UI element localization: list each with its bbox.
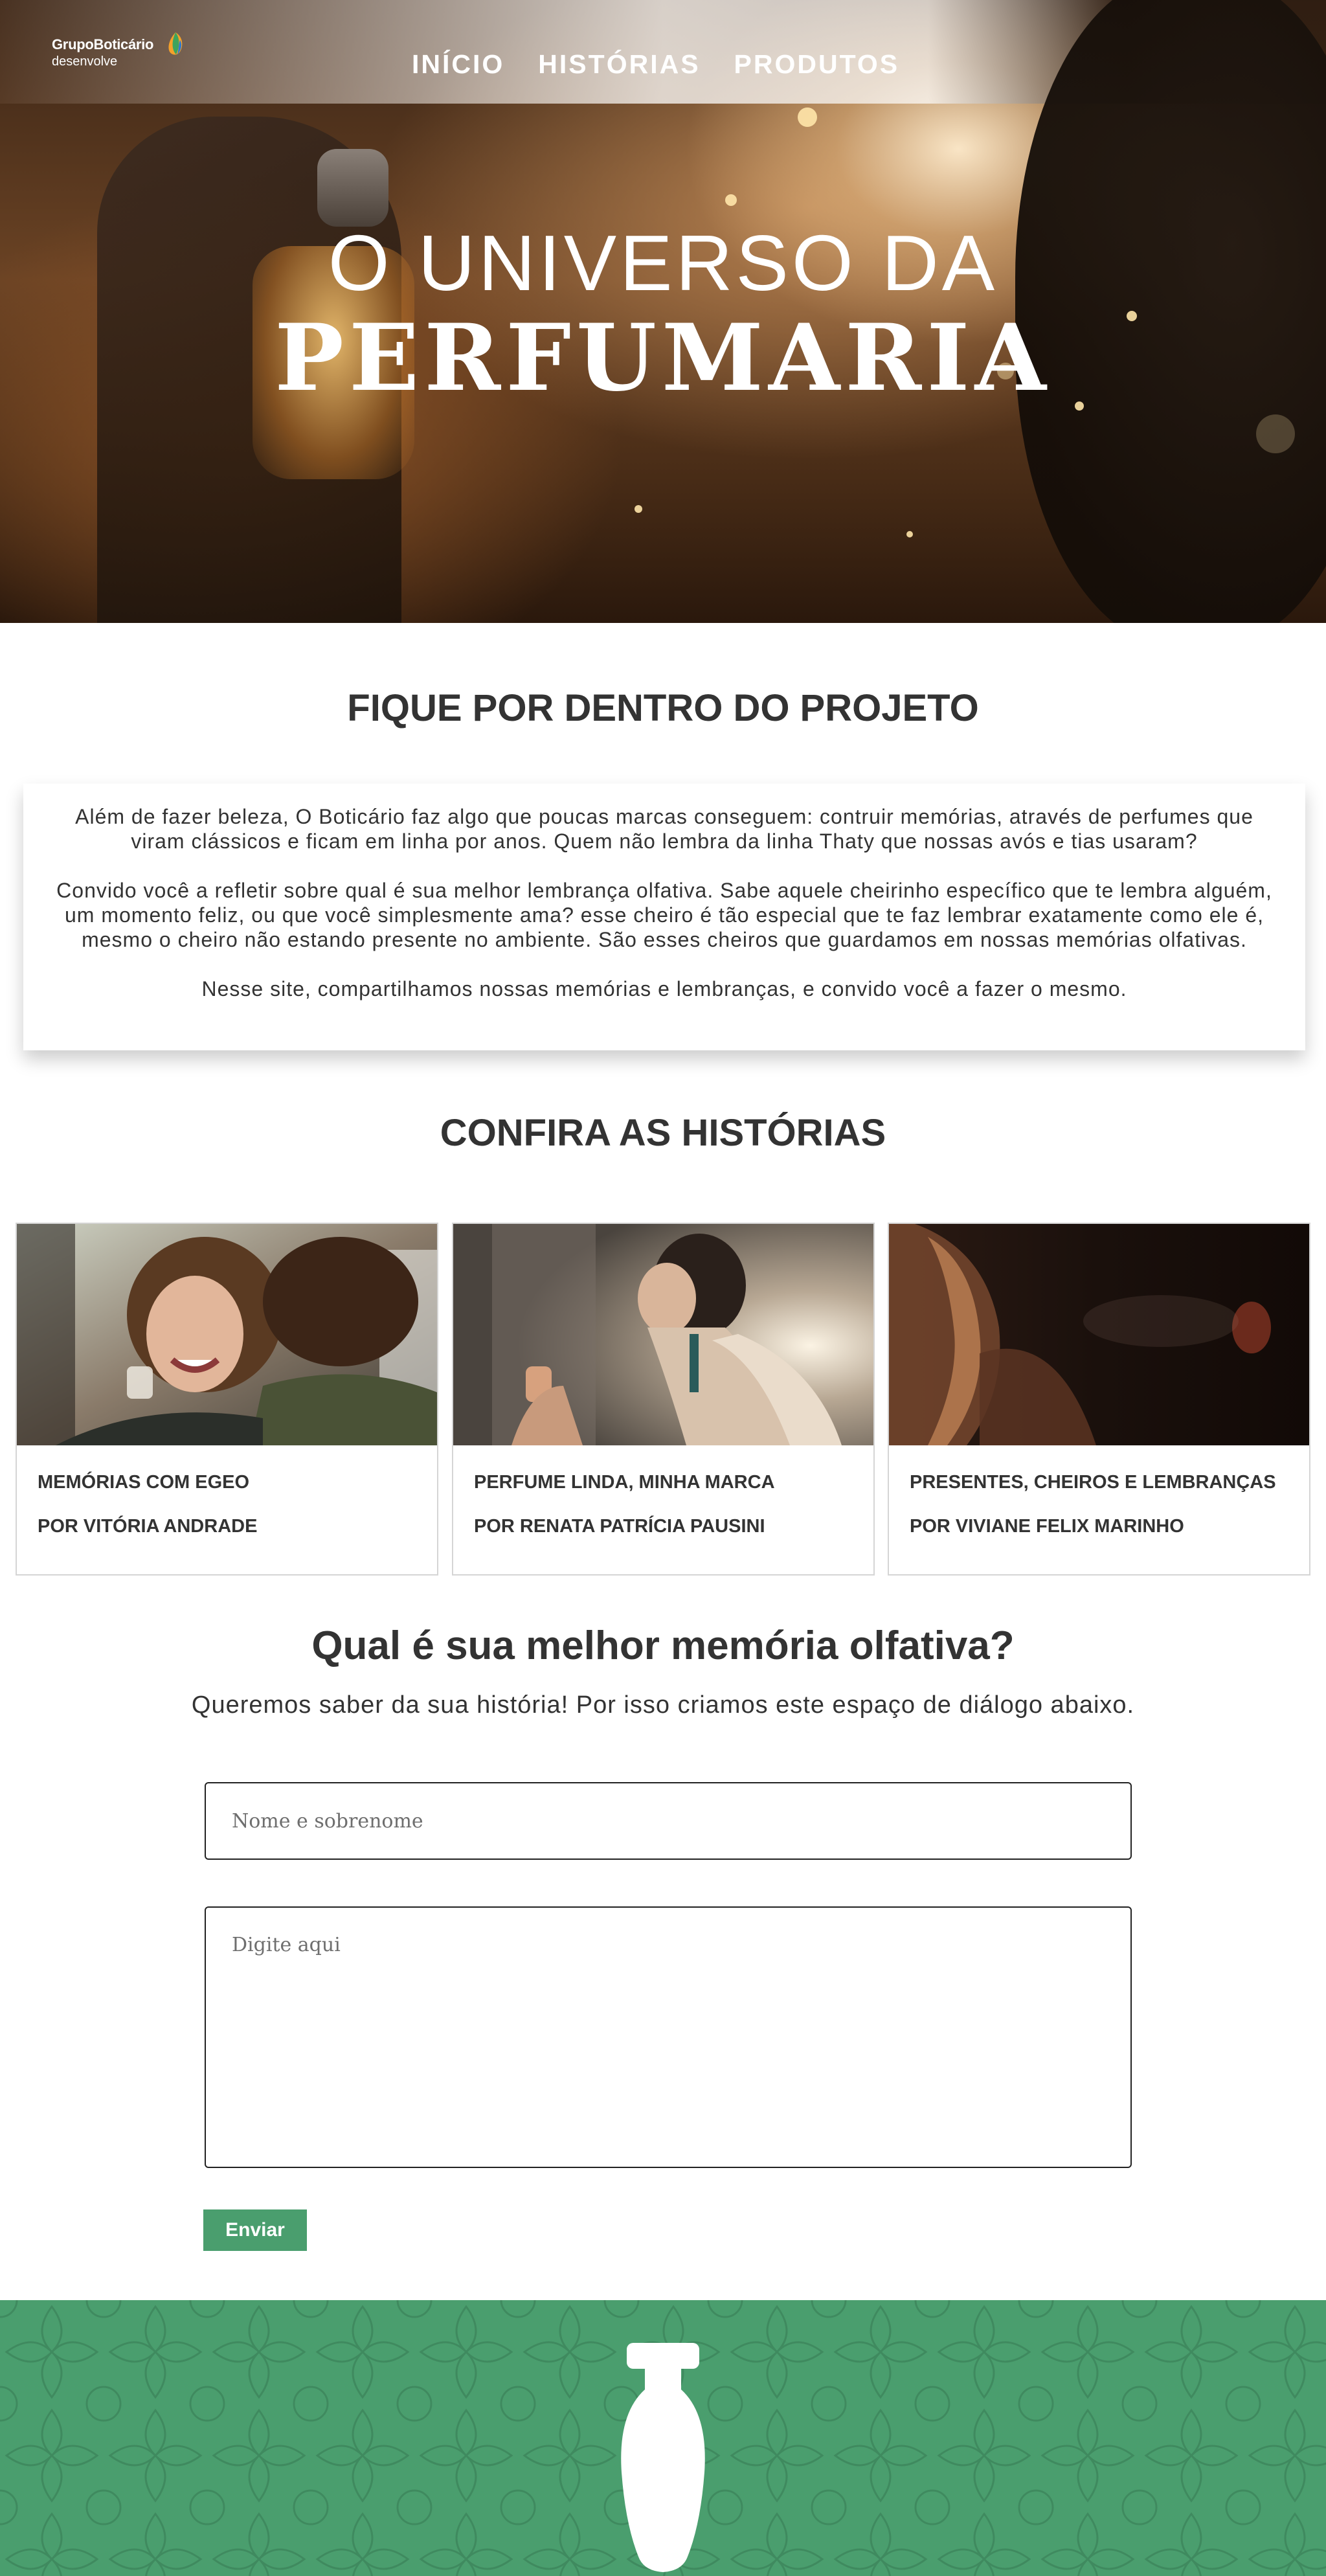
logo-text: GrupoBoticário	[52, 36, 154, 52]
hero-banner: GrupoBoticário desenvolve INÍCIO HISTÓRI…	[0, 0, 1326, 623]
nav-item-produtos[interactable]: PRODUTOS	[734, 49, 900, 80]
story-card-1-title: MEMÓRIAS COM EGEO	[38, 1472, 250, 1493]
about-section-title: FIQUE POR DENTRO DO PROJETO	[347, 687, 979, 729]
nav-item-historias[interactable]: HISTÓRIAS	[538, 49, 700, 80]
about-paragraph-3: Nesse site, compartilhamos nossas memóri…	[201, 977, 1127, 1000]
name-input[interactable]	[205, 1782, 1132, 1860]
footer	[0, 2300, 1326, 2576]
hero-perfume-cap-image	[317, 149, 388, 227]
story-card-3[interactable]: PRESENTES, CHEIROS E LEMBRANÇAS POR VIVI…	[888, 1223, 1310, 1576]
story-card-1-image	[17, 1224, 437, 1445]
story-card-2-image	[453, 1224, 873, 1445]
memory-form-title: Qual é sua melhor memória olfativa?	[311, 1623, 1015, 1668]
grupo-boticario-logo[interactable]: GrupoBoticário desenvolve	[52, 32, 183, 69]
story-card-1[interactable]: MEMÓRIAS COM EGEO POR VITÓRIA ANDRADE	[16, 1223, 438, 1576]
logo-subtext: desenvolve	[52, 54, 118, 69]
logo-leaf-icon	[168, 32, 183, 55]
perfume-bottle-icon	[621, 2343, 705, 2572]
story-card-2-title: PERFUME LINDA, MINHA MARCA	[474, 1472, 775, 1493]
submit-button[interactable]: Enviar	[203, 2209, 307, 2251]
story-card-3-image	[889, 1224, 1309, 1445]
message-textarea[interactable]	[205, 1906, 1132, 2168]
story-card-1-author: POR VITÓRIA ANDRADE	[38, 1516, 258, 1537]
about-card: Além de fazer beleza, O Boticário faz al…	[23, 784, 1305, 1050]
story-card-3-author: POR VIVIANE FELIX MARINHO	[910, 1516, 1184, 1537]
story-card-2[interactable]: PERFUME LINDA, MINHA MARCA POR RENATA PA…	[452, 1223, 875, 1576]
hero-title-line2: PERFUMARIA	[275, 304, 1051, 412]
story-card-3-title: PRESENTES, CHEIROS E LEMBRANÇAS	[910, 1472, 1276, 1493]
hero-title-line1: O UNIVERSO DA	[328, 219, 998, 307]
about-paragraph-2: Convido você a refletir sobre qual é sua…	[56, 879, 1272, 951]
story-card-2-author: POR RENATA PATRÍCIA PAUSINI	[474, 1516, 765, 1537]
main-nav: INÍCIO HISTÓRIAS PRODUTOS	[412, 49, 899, 80]
nav-item-inicio[interactable]: INÍCIO	[412, 49, 504, 80]
about-paragraph-1: Além de fazer beleza, O Boticário faz al…	[75, 805, 1253, 853]
stories-section-title: CONFIRA AS HISTÓRIAS	[440, 1112, 886, 1154]
memory-form-subtitle: Queremos saber da sua história! Por isso…	[191, 1691, 1135, 1719]
